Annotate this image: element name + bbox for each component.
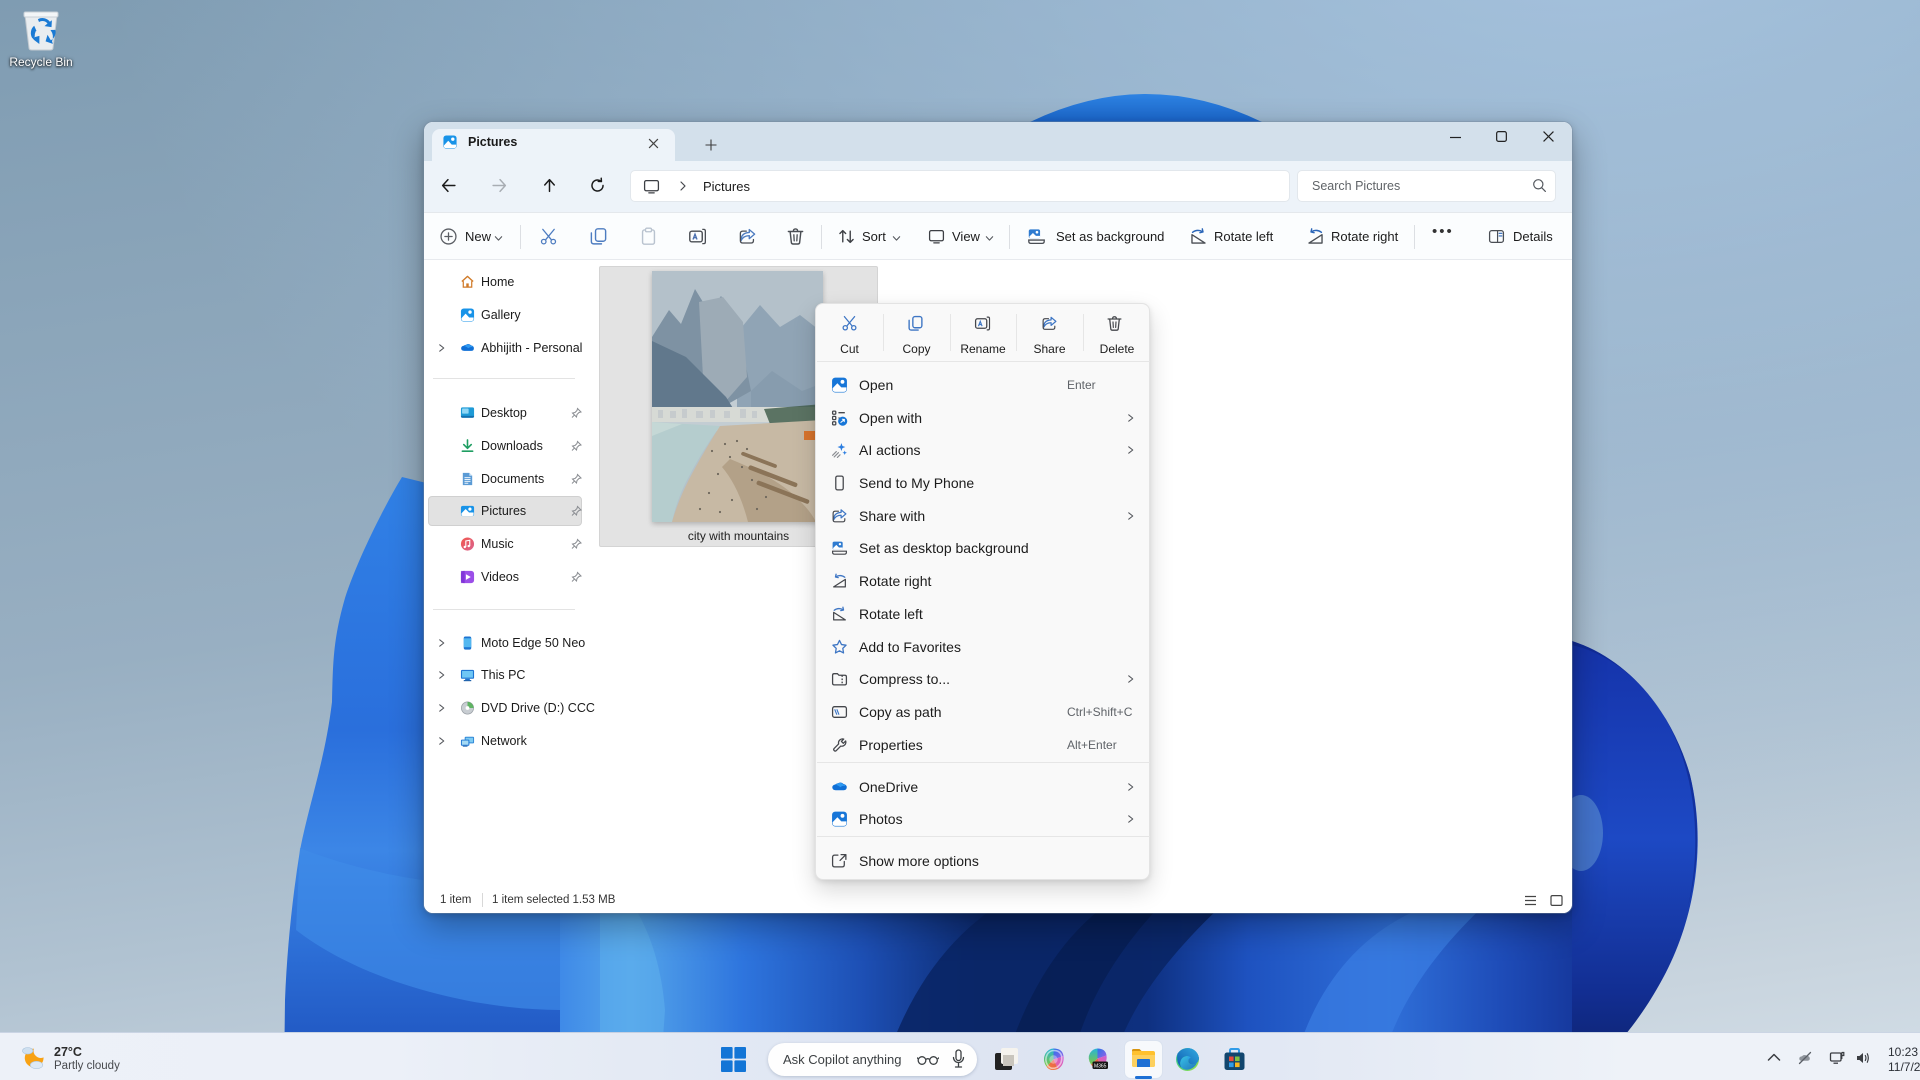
svg-text:M365: M365 [1094,1063,1107,1069]
